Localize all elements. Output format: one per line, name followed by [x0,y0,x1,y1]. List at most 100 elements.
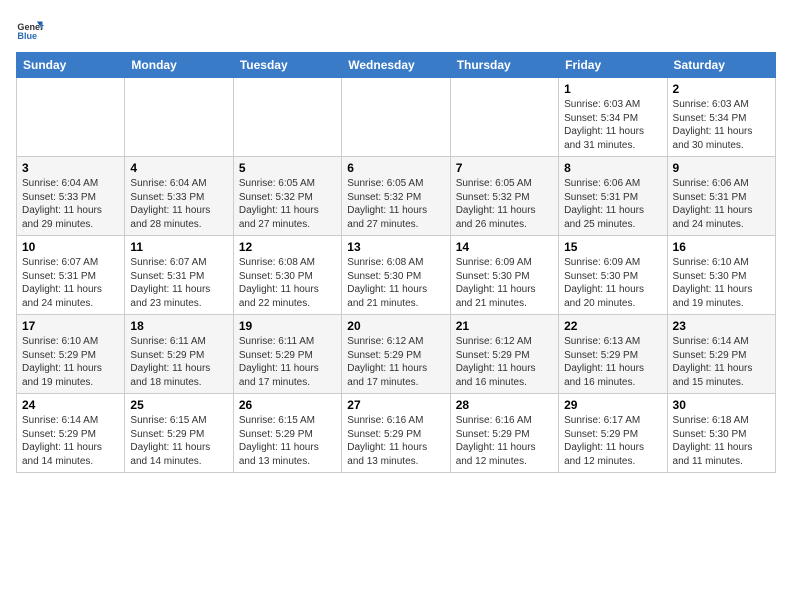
day-info: Sunrise: 6:05 AMSunset: 5:32 PMDaylight:… [239,177,336,231]
day-info: Sunrise: 6:12 AMSunset: 5:29 PMDaylight:… [456,335,553,389]
calendar-week-row: 17 Sunrise: 6:10 AMSunset: 5:29 PMDayligh… [17,315,776,394]
calendar-cell: 4Sunrise: 6:04 AMSunset: 5:33 PMDaylight… [125,157,233,236]
day-number: 16 [673,240,770,254]
day-info: Sunrise: 6:11 AMSunset: 5:29 PMDaylight:… [239,335,336,389]
calendar-cell: 26 Sunrise: 6:15 AMSunset: 5:29 PMDayligh… [233,394,341,473]
calendar-cell [450,78,558,157]
calendar-cell: 20 Sunrise: 6:12 AMSunset: 5:29 PMDayligh… [342,315,450,394]
day-number: 7 [456,161,553,175]
column-header-thursday: Thursday [450,53,558,78]
day-info: Sunrise: 6:16 AMSunset: 5:29 PMDaylight:… [347,414,444,468]
calendar-week-row: 1 Sunrise: 6:03 AMSunset: 5:34 PMDaylight… [17,78,776,157]
day-number: 5 [239,161,336,175]
calendar-cell: 19 Sunrise: 6:11 AMSunset: 5:29 PMDayligh… [233,315,341,394]
day-info: Sunrise: 6:03 AMSunset: 5:34 PMDaylight:… [673,98,770,152]
day-number: 17 [22,319,119,333]
page-header: General Blue [16,16,776,44]
calendar-cell: 30 Sunrise: 6:18 AMSunset: 5:30 PMDayligh… [667,394,775,473]
day-number: 11 [130,240,227,254]
calendar-cell: 5 Sunrise: 6:05 AMSunset: 5:32 PMDaylight… [233,157,341,236]
day-info: Sunrise: 6:10 AMSunset: 5:29 PMDaylight:… [22,335,119,389]
day-info: Sunrise: 6:09 AMSunset: 5:30 PMDaylight:… [456,256,553,310]
day-number: 22 [564,319,661,333]
day-number: 13 [347,240,444,254]
day-info: Sunrise: 6:16 AMSunset: 5:29 PMDaylight:… [456,414,553,468]
day-info: Sunrise: 6:03 AMSunset: 5:34 PMDaylight:… [564,98,661,152]
day-number: 29 [564,398,661,412]
day-number: 23 [673,319,770,333]
day-number: 20 [347,319,444,333]
day-number: 26 [239,398,336,412]
calendar-cell: 1 Sunrise: 6:03 AMSunset: 5:34 PMDaylight… [559,78,667,157]
day-info: Sunrise: 6:09 AMSunset: 5:30 PMDaylight:… [564,256,661,310]
calendar-cell: 18Sunrise: 6:11 AMSunset: 5:29 PMDayligh… [125,315,233,394]
calendar-cell: 22Sunrise: 6:13 AMSunset: 5:29 PMDayligh… [559,315,667,394]
column-header-monday: Monday [125,53,233,78]
calendar-cell: 11 Sunrise: 6:07 AMSunset: 5:31 PMDayligh… [125,236,233,315]
calendar-cell: 29 Sunrise: 6:17 AMSunset: 5:29 PMDayligh… [559,394,667,473]
day-info: Sunrise: 6:05 AMSunset: 5:32 PMDaylight:… [456,177,553,231]
day-info: Sunrise: 6:15 AMSunset: 5:29 PMDaylight:… [239,414,336,468]
calendar-cell: 3 Sunrise: 6:04 AMSunset: 5:33 PMDaylight… [17,157,125,236]
column-header-sunday: Sunday [17,53,125,78]
calendar-cell: 12 Sunrise: 6:08 AMSunset: 5:30 PMDayligh… [233,236,341,315]
calendar-cell: 17 Sunrise: 6:10 AMSunset: 5:29 PMDayligh… [17,315,125,394]
day-info: Sunrise: 6:04 AMSunset: 5:33 PMDaylight:… [22,177,119,231]
day-number: 15 [564,240,661,254]
column-header-tuesday: Tuesday [233,53,341,78]
day-info: Sunrise: 6:18 AMSunset: 5:30 PMDaylight:… [673,414,770,468]
day-number: 30 [673,398,770,412]
calendar-cell: 28 Sunrise: 6:16 AMSunset: 5:29 PMDayligh… [450,394,558,473]
calendar-table: SundayMondayTuesdayWednesdayThursdayFrid… [16,52,776,473]
day-number: 3 [22,161,119,175]
calendar-cell: 8Sunrise: 6:06 AMSunset: 5:31 PMDaylight… [559,157,667,236]
day-info: Sunrise: 6:17 AMSunset: 5:29 PMDaylight:… [564,414,661,468]
calendar-cell: 16 Sunrise: 6:10 AMSunset: 5:30 PMDayligh… [667,236,775,315]
calendar-cell: 9 Sunrise: 6:06 AMSunset: 5:31 PMDaylight… [667,157,775,236]
calendar-week-row: 10 Sunrise: 6:07 AMSunset: 5:31 PMDayligh… [17,236,776,315]
calendar-cell [125,78,233,157]
calendar-cell: 7 Sunrise: 6:05 AMSunset: 5:32 PMDaylight… [450,157,558,236]
day-number: 10 [22,240,119,254]
svg-text:Blue: Blue [17,31,37,41]
day-info: Sunrise: 6:10 AMSunset: 5:30 PMDaylight:… [673,256,770,310]
day-number: 21 [456,319,553,333]
day-number: 1 [564,82,661,96]
logo-icon: General Blue [16,16,44,44]
calendar-cell [342,78,450,157]
calendar-cell: 13 Sunrise: 6:08 AMSunset: 5:30 PMDayligh… [342,236,450,315]
calendar-cell: 25 Sunrise: 6:15 AMSunset: 5:29 PMDayligh… [125,394,233,473]
day-info: Sunrise: 6:08 AMSunset: 5:30 PMDaylight:… [347,256,444,310]
calendar-cell: 14Sunrise: 6:09 AMSunset: 5:30 PMDayligh… [450,236,558,315]
day-info: Sunrise: 6:08 AMSunset: 5:30 PMDaylight:… [239,256,336,310]
logo: General Blue [16,16,44,44]
day-number: 8 [564,161,661,175]
calendar-cell: 21 Sunrise: 6:12 AMSunset: 5:29 PMDayligh… [450,315,558,394]
day-info: Sunrise: 6:07 AMSunset: 5:31 PMDaylight:… [130,256,227,310]
day-info: Sunrise: 6:05 AMSunset: 5:32 PMDaylight:… [347,177,444,231]
day-number: 28 [456,398,553,412]
day-number: 27 [347,398,444,412]
day-info: Sunrise: 6:12 AMSunset: 5:29 PMDaylight:… [347,335,444,389]
day-number: 12 [239,240,336,254]
day-info: Sunrise: 6:07 AMSunset: 5:31 PMDaylight:… [22,256,119,310]
day-info: Sunrise: 6:11 AMSunset: 5:29 PMDaylight:… [130,335,227,389]
calendar-week-row: 3 Sunrise: 6:04 AMSunset: 5:33 PMDaylight… [17,157,776,236]
day-info: Sunrise: 6:04 AMSunset: 5:33 PMDaylight:… [130,177,227,231]
day-info: Sunrise: 6:14 AMSunset: 5:29 PMDaylight:… [22,414,119,468]
calendar-cell: 10 Sunrise: 6:07 AMSunset: 5:31 PMDayligh… [17,236,125,315]
calendar-cell [233,78,341,157]
calendar-cell [17,78,125,157]
day-info: Sunrise: 6:15 AMSunset: 5:29 PMDaylight:… [130,414,227,468]
column-header-friday: Friday [559,53,667,78]
day-number: 9 [673,161,770,175]
calendar-cell: 23 Sunrise: 6:14 AMSunset: 5:29 PMDayligh… [667,315,775,394]
day-number: 19 [239,319,336,333]
day-number: 6 [347,161,444,175]
day-number: 25 [130,398,227,412]
day-info: Sunrise: 6:06 AMSunset: 5:31 PMDaylight:… [673,177,770,231]
day-info: Sunrise: 6:14 AMSunset: 5:29 PMDaylight:… [673,335,770,389]
calendar-cell: 15 Sunrise: 6:09 AMSunset: 5:30 PMDayligh… [559,236,667,315]
column-header-wednesday: Wednesday [342,53,450,78]
day-number: 24 [22,398,119,412]
